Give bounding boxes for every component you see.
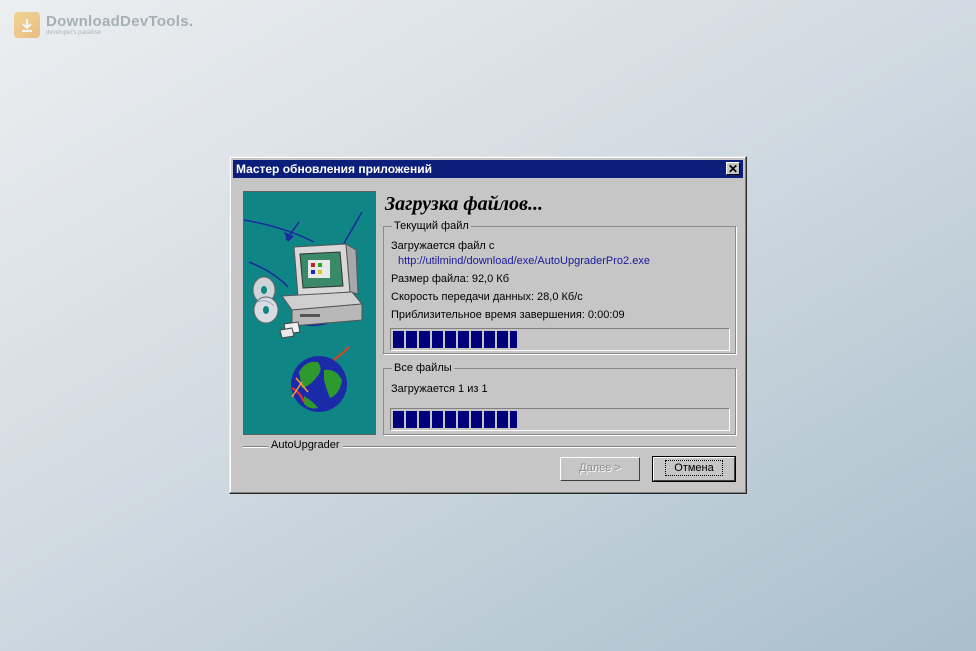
watermark-subtitle: developer's paradise [46, 30, 102, 36]
next-button[interactable]: Далее > [560, 457, 640, 481]
all-files-legend: Все файлы [394, 362, 452, 374]
current-file-progress-bar [390, 328, 730, 351]
computer-illustration [244, 211, 363, 412]
watermark-title: DownloadDevTools. [46, 13, 194, 30]
dialog-title: Мастер обновления приложений [236, 162, 432, 176]
time-remaining: Приблизительное время завершения: 0:00:0… [391, 309, 625, 321]
cd-disc-icon [252, 276, 279, 324]
watermark: DownloadDevTools. developer's paradise [14, 12, 193, 38]
upgrade-wizard-dialog: Мастер обновления приложений ✕ Загрузка … [229, 156, 747, 494]
files-status: Загружается 1 из 1 [391, 383, 488, 395]
globe-icon [291, 356, 347, 412]
all-files-progress-bar [390, 408, 730, 431]
watermark-logo-icon [14, 12, 40, 38]
dialog-titlebar[interactable]: Мастер обновления приложений ✕ [233, 160, 743, 178]
current-file-progress-fill [393, 331, 517, 348]
cancel-button[interactable]: Отмена [652, 456, 736, 482]
close-icon: ✕ [727, 162, 739, 176]
all-files-progress-fill [393, 411, 517, 428]
current-file-group: Текущий файл Загружается файл с http://u… [383, 221, 736, 354]
file-url: http://utilmind/download/exe/AutoUpgrade… [398, 255, 650, 267]
all-files-group: Все файлы Загружается 1 из 1 [383, 363, 736, 435]
current-file-legend: Текущий файл [394, 220, 469, 232]
close-button[interactable]: ✕ [726, 162, 740, 175]
transfer-speed: Скорость передачи данных: 28,0 Кб/с [391, 291, 583, 303]
file-size: Размер файла: 92,0 Кб [391, 273, 509, 285]
footer-label: AutoUpgrader [268, 439, 343, 451]
wizard-illustration [243, 191, 376, 435]
cancel-button-label: Отмена [665, 460, 723, 476]
downloading-label: Загружается файл с [391, 240, 495, 252]
page-heading: Загрузка файлов... [385, 193, 543, 215]
